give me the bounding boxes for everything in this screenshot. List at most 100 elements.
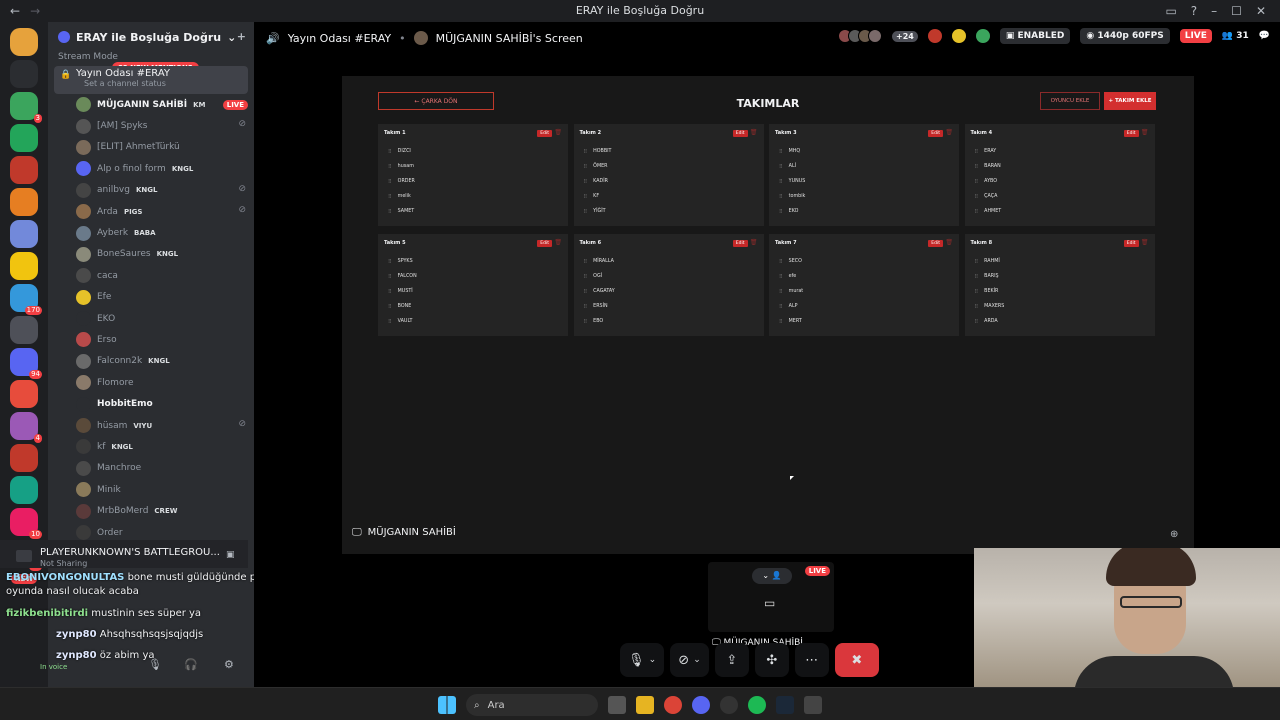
maximize-button[interactable]: ☐ xyxy=(1231,4,1242,18)
team-player[interactable]: SAMET xyxy=(388,204,415,219)
inbox-icon[interactable]: ▭ xyxy=(1165,4,1176,18)
stream-quality[interactable]: ◉ 1440p 60FPS xyxy=(1080,28,1170,44)
team-player[interactable]: EKO xyxy=(779,204,805,219)
team-card[interactable]: Takım 4 Edit🗑 ERAYBARANAYBOÇAÇAAHMET xyxy=(964,124,1155,226)
team-player[interactable]: MERT xyxy=(779,314,803,329)
team-edit-button[interactable]: Edit xyxy=(1123,130,1139,137)
team-player[interactable]: murat xyxy=(779,284,804,299)
team-player[interactable]: BARIŞ xyxy=(975,269,1005,284)
team-name[interactable]: Takım 5 xyxy=(384,240,406,246)
team-card[interactable]: Takım 6 Edit🗑 MİRALLAOGİCAGATAYERSİNEBO xyxy=(573,234,764,336)
team-edit-button[interactable]: Edit xyxy=(537,130,552,137)
share-screen-icon[interactable]: ▣ xyxy=(226,550,235,560)
team-player[interactable]: VAULT xyxy=(388,314,417,329)
team-player[interactable]: EBO xyxy=(584,314,615,329)
team-player[interactable]: BARAN xyxy=(975,159,1002,174)
shared-screen[interactable]: ← ÇARKA DÖN TAKIMLAR OYUNCU EKLE + TAKIM… xyxy=(342,76,1194,554)
voice-member[interactable]: Falconn2k KNGL xyxy=(76,351,254,372)
share-screen-button[interactable]: ⇪ xyxy=(714,643,749,677)
microphone-icon[interactable]: 🎙 xyxy=(148,658,162,671)
team-card[interactable]: Takım 5 Edit🗑 SPYKSFALCONMUSTİBONEVAULT xyxy=(378,234,568,336)
team-player[interactable]: FALCON xyxy=(388,269,417,284)
header-channel-name[interactable]: Yayın Odası #ERAY xyxy=(288,32,391,45)
server-icon[interactable] xyxy=(10,444,38,472)
viewers[interactable]: 👥 31 xyxy=(1222,31,1249,41)
team-card[interactable]: Takım 2 Edit🗑 HOBBITÖMERKADİRKFYİĞİT xyxy=(573,124,764,226)
trash-icon[interactable]: 🗑 xyxy=(945,239,953,246)
team-player[interactable]: SPYKS xyxy=(388,254,417,269)
guild-header[interactable]: ERAY ile Boşluğa Doğru ⌄ + xyxy=(48,22,254,52)
trash-icon[interactable]: 🗑 xyxy=(1141,129,1149,136)
team-edit-button[interactable]: Edit xyxy=(732,240,748,247)
server-icon[interactable] xyxy=(10,476,38,504)
voice-member[interactable]: Minik xyxy=(76,479,254,500)
voice-member[interactable]: EKO xyxy=(76,308,254,329)
server-icon[interactable] xyxy=(10,124,38,152)
more-options-button[interactable]: ⋯ xyxy=(794,643,829,677)
team-edit-button[interactable]: Edit xyxy=(1123,240,1139,247)
server-icon[interactable]: 170 xyxy=(10,284,42,315)
enabled-badge[interactable]: ▣ ENABLED xyxy=(999,28,1071,44)
team-name[interactable]: Takım 6 xyxy=(580,240,602,246)
headphones-icon[interactable]: 🎧 xyxy=(184,658,198,671)
team-player[interactable]: ERAY xyxy=(975,144,1002,159)
activities-button[interactable]: ✣ xyxy=(754,643,789,677)
add-player-button[interactable]: OYUNCU EKLE xyxy=(1040,92,1100,110)
server-icon[interactable] xyxy=(10,380,38,408)
trash-icon[interactable]: 🗑 xyxy=(750,239,758,246)
team-edit-button[interactable]: Edit xyxy=(928,240,943,247)
participant-avatars[interactable] xyxy=(837,29,882,43)
server-icon[interactable] xyxy=(10,316,38,344)
server-icon[interactable] xyxy=(10,188,38,216)
camera-button[interactable]: ⊘ ⌄ xyxy=(670,643,709,677)
trash-icon[interactable]: 🗑 xyxy=(750,129,758,136)
team-player[interactable]: AHMET xyxy=(975,204,1001,219)
tile-controls[interactable]: ⌄ 👤 xyxy=(752,568,792,584)
voice-member[interactable]: [AM] Spyks ⊘ xyxy=(76,115,254,136)
chat-bubble-icon[interactable]: 💬 xyxy=(1259,31,1270,41)
steam-icon[interactable] xyxy=(776,696,794,714)
team-player[interactable]: MHQ xyxy=(779,144,805,159)
zoom-icon[interactable]: ⊕ xyxy=(1170,529,1178,540)
server-icon[interactable] xyxy=(10,156,38,184)
task-view-icon[interactable] xyxy=(608,696,626,714)
team-edit-button[interactable]: Edit xyxy=(928,130,943,137)
mute-button[interactable]: 🎙 ⌄ xyxy=(620,643,665,677)
activity-avatar-2[interactable] xyxy=(951,29,966,43)
trash-icon[interactable]: 🗑 xyxy=(1141,239,1149,246)
voice-member[interactable]: hüsam VIYU ⊘ xyxy=(76,415,254,436)
participant-count-badge[interactable]: +24 xyxy=(891,30,918,42)
team-player[interactable]: RAHMİ xyxy=(975,254,1005,269)
team-player[interactable]: ALİ xyxy=(779,159,805,174)
team-player[interactable]: OGİ xyxy=(584,269,615,284)
team-player[interactable]: BONE xyxy=(388,299,417,314)
stream-tile[interactable]: ⌄ 👤 LIVE ▭ 🖵 MÜJGANIN SAHİBİ xyxy=(708,562,834,648)
team-player[interactable]: ARDA xyxy=(975,314,1005,329)
server-icon[interactable] xyxy=(10,220,38,248)
server-icon[interactable] xyxy=(10,252,38,280)
voice-member[interactable]: MÜJGANIN SAHİBİ KM LIVE xyxy=(76,94,254,115)
team-player[interactable]: ALP xyxy=(779,299,803,314)
trash-icon[interactable]: 🗑 xyxy=(554,129,562,136)
team-player[interactable]: YUNUS xyxy=(779,174,806,189)
windows-start-icon[interactable] xyxy=(438,696,456,714)
disconnect-button[interactable]: ✖ xyxy=(834,643,879,677)
chrome-icon[interactable] xyxy=(664,696,682,714)
close-button[interactable]: ✕ xyxy=(1256,4,1266,18)
team-player[interactable]: KF xyxy=(584,189,612,204)
team-player[interactable]: MAXERS xyxy=(975,299,1004,314)
add-team-button[interactable]: + TAKIM EKLE xyxy=(1104,92,1156,110)
server-icon[interactable]: 3 xyxy=(10,92,42,123)
trash-icon[interactable]: 🗑 xyxy=(945,129,953,136)
voice-member[interactable]: Efe xyxy=(76,287,254,308)
team-name[interactable]: Takım 2 xyxy=(580,130,602,136)
channel-status[interactable]: Set a channel status xyxy=(62,79,240,88)
team-edit-button[interactable]: Edit xyxy=(537,240,552,247)
team-player[interactable]: YİĞİT xyxy=(584,204,612,219)
server-icon[interactable]: 94 xyxy=(10,348,42,379)
voice-member[interactable]: Arda PIGS ⊘ xyxy=(76,201,254,222)
trash-icon[interactable]: 🗑 xyxy=(554,239,562,246)
team-player[interactable]: ÇAÇA xyxy=(975,189,1002,204)
voice-member[interactable]: Flomore xyxy=(76,372,254,393)
obs-icon[interactable] xyxy=(720,696,738,714)
